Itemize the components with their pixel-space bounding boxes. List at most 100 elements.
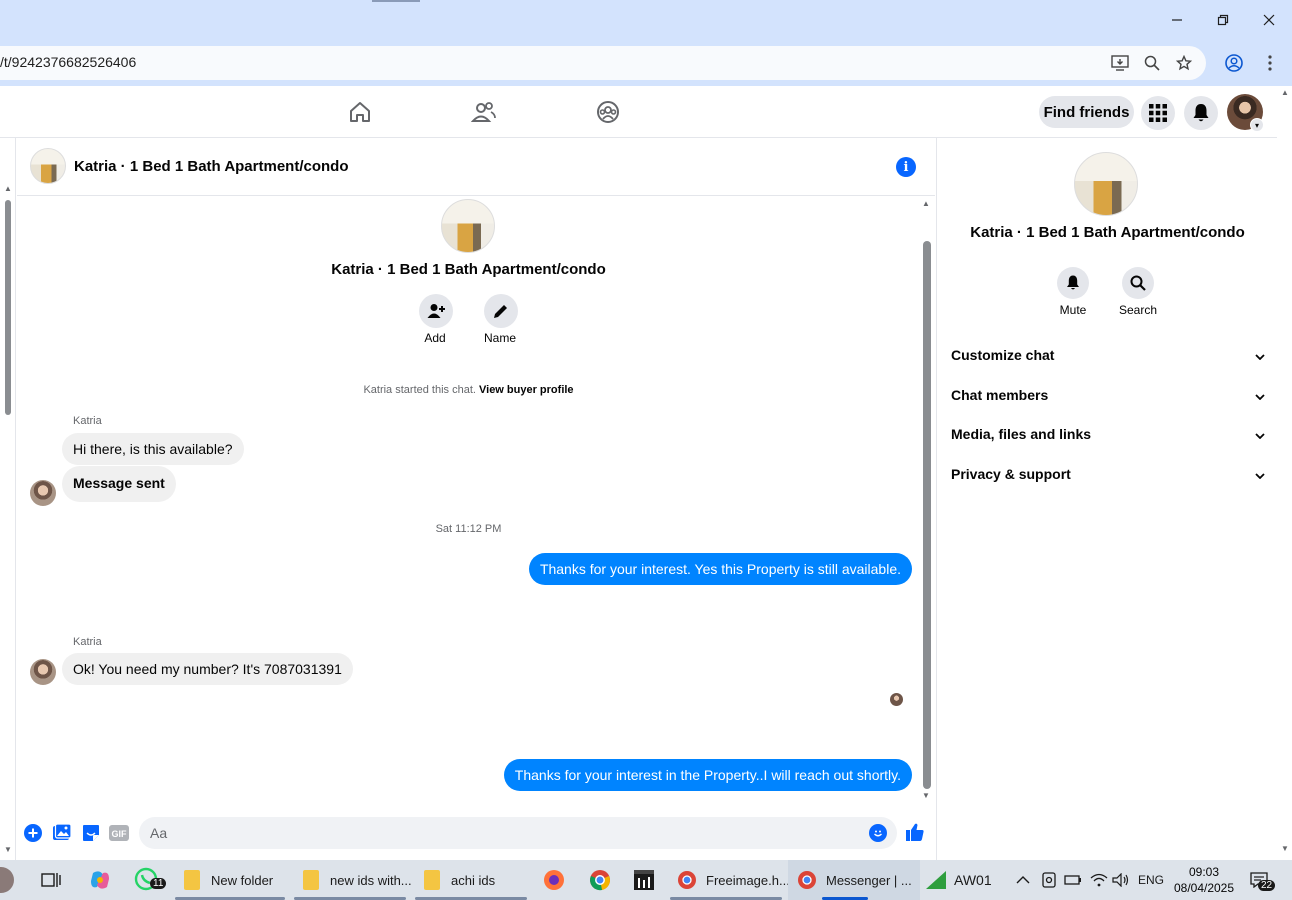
conversation-avatar[interactable] xyxy=(30,148,66,184)
taskbar-item-aw01[interactable]: AW01 xyxy=(924,860,992,900)
sender-name: Katria xyxy=(73,415,102,427)
notifications-button[interactable] xyxy=(1184,96,1218,130)
wifi-icon[interactable] xyxy=(1090,860,1108,900)
section-chat-members[interactable]: Chat members xyxy=(951,383,1265,407)
taskbar-item-label: AW01 xyxy=(954,872,992,888)
chevron-up-icon[interactable] xyxy=(1016,860,1030,900)
whatsapp-icon[interactable]: 11 xyxy=(134,860,167,900)
chat-start-notice: Katria started this chat. View buyer pro… xyxy=(17,384,920,396)
close-window-button[interactable] xyxy=(1257,8,1281,32)
install-app-icon[interactable] xyxy=(1110,53,1130,73)
mute-button[interactable] xyxy=(1057,267,1089,299)
notification-count-badge: 22 xyxy=(1258,880,1276,891)
taskbar-item-achi-ids[interactable]: achi ids xyxy=(421,860,495,900)
groups-icon[interactable] xyxy=(594,98,622,126)
scroll-down-arrow[interactable]: ▼ xyxy=(4,845,12,854)
add-people-button[interactable] xyxy=(419,294,453,328)
zoom-icon[interactable] xyxy=(1142,53,1162,73)
mute-label: Mute xyxy=(1059,303,1087,317)
section-label: Privacy & support xyxy=(951,466,1071,482)
section-label: Chat members xyxy=(951,387,1049,403)
url-text[interactable]: /t/9242376682526406 xyxy=(0,54,136,70)
omnibox[interactable]: /t/9242376682526406 xyxy=(0,46,1206,80)
rename-button[interactable] xyxy=(484,294,518,328)
incoming-message[interactable]: Ok! You need my number? It's 7087031391 xyxy=(62,653,353,685)
page-scrollbar[interactable]: ▲ ▼ xyxy=(1277,86,1292,860)
task-view-icon[interactable] xyxy=(41,860,61,900)
browser-titlebar xyxy=(0,0,1292,40)
scroll-up-arrow[interactable]: ▲ xyxy=(4,184,12,193)
emoji-icon[interactable] xyxy=(869,824,887,842)
message-timestamp: Sat 11:12 PM xyxy=(435,523,502,535)
left-panel-scrollbar[interactable]: ▲ ▼ xyxy=(0,138,16,860)
sender-avatar[interactable] xyxy=(30,480,56,506)
restore-icon xyxy=(1217,14,1229,26)
grid-icon xyxy=(1149,104,1167,122)
browser-menu-icon[interactable] xyxy=(1260,53,1280,73)
gif-icon[interactable]: GIF xyxy=(109,823,129,843)
system-clock[interactable]: 09:03 08/04/2025 xyxy=(1172,864,1236,896)
attach-photo-icon[interactable] xyxy=(52,823,72,843)
search-button[interactable] xyxy=(1122,267,1154,299)
bookmark-star-icon[interactable] xyxy=(1174,53,1194,73)
battery-icon[interactable] xyxy=(1064,860,1082,900)
incoming-message[interactable]: Hi there, is this available? xyxy=(62,433,244,465)
find-friends-button[interactable]: Find friends xyxy=(1039,96,1134,128)
scroll-up-arrow[interactable]: ▲ xyxy=(1281,88,1289,97)
menu-grid-button[interactable] xyxy=(1141,96,1175,130)
sender-avatar[interactable] xyxy=(30,659,56,685)
chat-scrollbar-thumb[interactable] xyxy=(923,241,931,789)
intro-title: Katria · 1 Bed 1 Bath Apartment/condo xyxy=(331,261,606,278)
start-button[interactable] xyxy=(0,860,14,900)
copilot-icon[interactable] xyxy=(89,860,111,900)
section-customize-chat[interactable]: Customize chat xyxy=(951,343,1265,367)
chrome-icon[interactable] xyxy=(588,860,612,900)
details-avatar[interactable] xyxy=(1074,152,1138,216)
incoming-message[interactable]: Message sent xyxy=(62,466,176,502)
like-thumb-icon[interactable] xyxy=(905,822,925,842)
section-media-files-links[interactable]: Media, files and links xyxy=(951,422,1265,446)
taskbar-item-label: Freeimage.h... xyxy=(706,872,790,888)
chevron-down-icon xyxy=(1255,466,1265,482)
taskbar-item-freeimage[interactable]: Freeimage.h... xyxy=(676,860,790,900)
intro-avatar xyxy=(441,199,495,253)
more-actions-icon[interactable] xyxy=(23,823,43,843)
restore-button[interactable] xyxy=(1211,8,1235,32)
pencil-icon xyxy=(494,305,507,318)
scroll-down-arrow[interactable]: ▼ xyxy=(1281,844,1289,853)
home-icon[interactable] xyxy=(346,98,374,126)
section-label: Customize chat xyxy=(951,347,1055,363)
sticker-icon[interactable] xyxy=(81,823,101,843)
left-scrollbar-thumb[interactable] xyxy=(5,200,11,415)
clock-time: 09:03 xyxy=(1188,865,1220,879)
outgoing-message[interactable]: Thanks for your interest in the Property… xyxy=(503,759,912,791)
tab-indicator xyxy=(372,0,420,2)
section-privacy-support[interactable]: Privacy & support xyxy=(951,462,1265,486)
language-indicator[interactable]: ENG xyxy=(1138,860,1164,900)
notification-center-icon[interactable]: 22 xyxy=(1250,860,1276,900)
scroll-down-arrow[interactable]: ▼ xyxy=(922,791,930,800)
friends-icon[interactable] xyxy=(470,98,498,126)
taskbar-item-new-folder[interactable]: New folder xyxy=(181,860,273,900)
outgoing-message[interactable]: Thanks for your interest. Yes this Prope… xyxy=(528,553,912,585)
view-buyer-profile-link[interactable]: View buyer profile xyxy=(479,384,574,396)
message-input[interactable] xyxy=(139,817,897,849)
conversation-title[interactable]: Katria · 1 Bed 1 Bath Apartment/condo xyxy=(74,158,348,175)
firefox-icon[interactable] xyxy=(542,860,566,900)
message-list: Katria · 1 Bed 1 Bath Apartment/condo Ad… xyxy=(17,197,935,817)
chrome-profile-icon[interactable] xyxy=(1224,53,1244,73)
taskbar-item-label: new ids with... xyxy=(330,872,412,888)
scroll-up-arrow[interactable]: ▲ xyxy=(922,199,930,208)
video-editor-icon[interactable] xyxy=(632,860,656,900)
taskbar-item-messenger[interactable]: Messenger | ... xyxy=(788,860,920,900)
minimize-icon xyxy=(1172,19,1182,21)
taskbar-item-new-ids[interactable]: new ids with... xyxy=(300,860,412,900)
taskbar-item-label: Messenger | ... xyxy=(826,872,912,888)
chevron-down-icon[interactable]: ▾ xyxy=(1250,118,1264,132)
meet-now-icon[interactable] xyxy=(1041,860,1057,900)
info-icon[interactable]: i xyxy=(896,157,916,177)
address-bar-row: /t/9242376682526406 xyxy=(0,40,1292,86)
minimize-button[interactable] xyxy=(1165,8,1189,32)
chat-scrollbar[interactable]: ▲ ▼ xyxy=(920,197,934,803)
volume-icon[interactable] xyxy=(1112,860,1130,900)
